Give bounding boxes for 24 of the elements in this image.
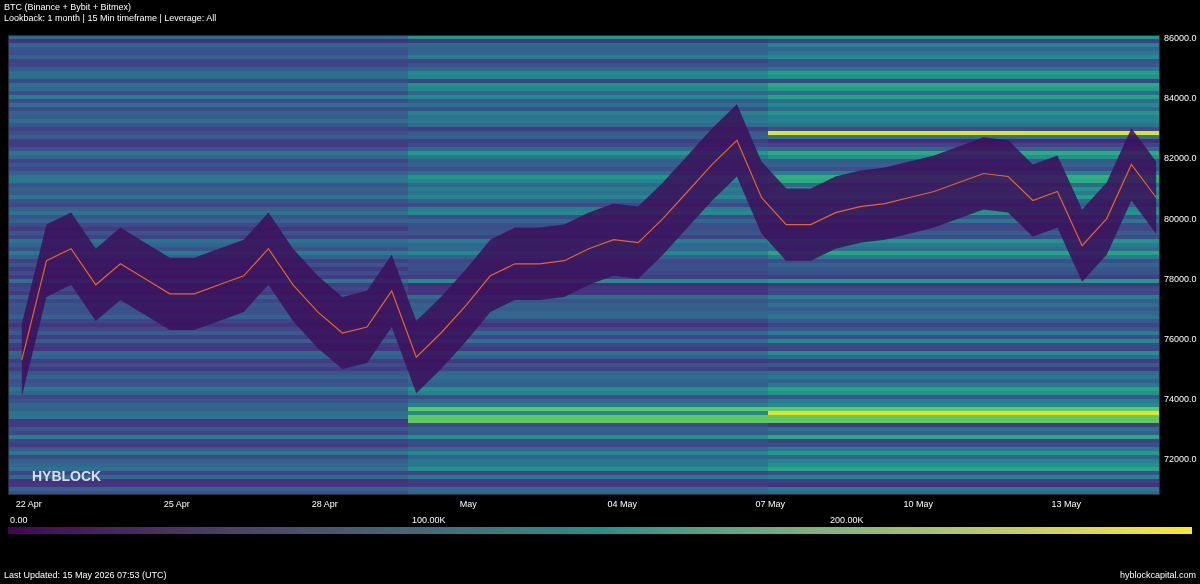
chart-subtitle: Lookback: 1 month | 15 Min timeframe | Leverage: All — [4, 13, 218, 24]
y-axis-label: 82000.0 — [1164, 153, 1197, 164]
colorbar-label: 0.00 — [10, 515, 28, 525]
x-axis-label: 13 May — [1051, 499, 1081, 509]
y-axis-label: 78000.0 — [1164, 273, 1197, 284]
y-axis-label: 74000.0 — [1164, 394, 1197, 405]
colorbar-label: 200.00K — [830, 515, 864, 525]
x-axis-label: 25 Apr — [163, 499, 190, 509]
x-axis-label: 28 Apr — [311, 499, 338, 509]
logo-text: HYBLOCK — [32, 467, 102, 486]
y-axis-label: 72000.0 — [1164, 454, 1197, 465]
x-axis-label: 10 May — [903, 499, 933, 509]
y-axis-label: 80000.0 — [1164, 213, 1197, 224]
y-axis-label: 76000.0 — [1164, 334, 1197, 344]
y-axis-label: 86000.0 — [1164, 33, 1197, 43]
x-axis-label: 22 Apr — [15, 499, 42, 509]
x-axis-label: 04 May — [607, 499, 638, 509]
chart-title: BTC (Binance + Bybit + Bitmex) — [4, 2, 133, 13]
x-axis-label: May — [459, 499, 477, 509]
x-axis-label: 07 May — [755, 499, 786, 509]
colorbar-label: 100.00K — [412, 515, 446, 525]
last-updated-text: Last Updated: 15 May 2026 07:53 (UTC) — [4, 568, 167, 582]
website-text: hyblockcapital.com — [1119, 568, 1196, 582]
y-axis-label: 84000.0 — [1164, 93, 1197, 104]
